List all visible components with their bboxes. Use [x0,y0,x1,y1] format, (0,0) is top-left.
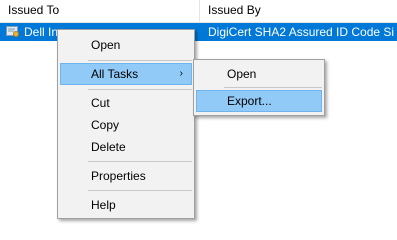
submenu-all-tasks: Open Export... [193,59,325,116]
column-header-issued-to[interactable]: Issued To [0,0,200,22]
menu-item-label: Open [227,67,257,81]
menu-item-help[interactable]: Help [60,194,192,216]
menu-item-label: Delete [91,140,126,154]
menu-item-label: Export... [227,94,272,108]
cell-issued-by: DigiCert SHA2 Assured ID Code Si... [208,25,394,39]
menu-item-label: Properties [91,169,146,183]
column-header-issued-by[interactable]: Issued By [200,0,397,22]
menu-item-label: Help [91,198,116,212]
menu-separator [88,89,192,90]
menu-item-all-tasks[interactable]: All Tasks › [60,63,192,85]
menu-item-open[interactable]: Open [60,34,192,56]
submenu-item-open[interactable]: Open [196,63,322,85]
menu-separator [224,87,322,88]
menu-item-delete[interactable]: Delete [60,136,192,158]
list-header: Issued To Issued By [0,0,397,23]
certificate-icon [6,25,20,38]
menu-separator [88,60,192,61]
menu-item-label: All Tasks [91,67,139,81]
menu-separator [88,161,192,162]
menu-separator [88,190,192,191]
context-menu: Open All Tasks › Cut Copy Delete Propert… [57,29,195,219]
menu-item-label: Open [91,38,121,52]
submenu-item-export[interactable]: Export... [196,90,322,112]
chevron-right-icon: › [179,68,183,79]
menu-item-cut[interactable]: Cut [60,92,192,114]
menu-item-label: Copy [91,118,120,132]
menu-item-copy[interactable]: Copy [60,114,192,136]
menu-item-label: Cut [91,96,110,110]
menu-item-properties[interactable]: Properties [60,165,192,187]
